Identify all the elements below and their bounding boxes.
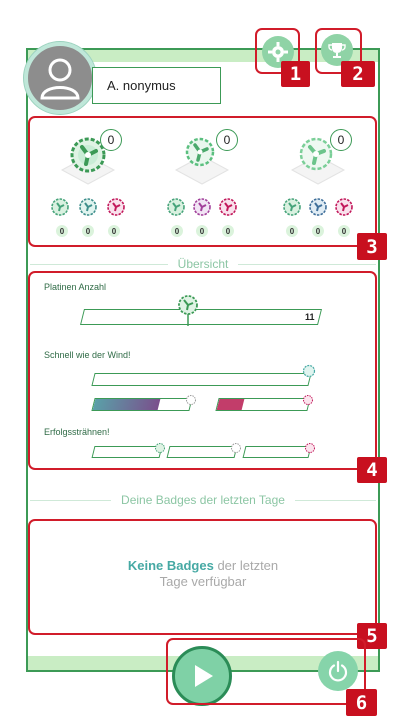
wind-label: Schnell wie der Wind!	[44, 350, 131, 360]
platinen-label: Platinen Anzahl	[44, 282, 107, 292]
gear-count-bubble: 0	[216, 129, 238, 151]
badges-empty-rest-2: Tage verfügbar	[159, 574, 247, 589]
pink-gear-icon	[305, 443, 315, 453]
wind-bar-main	[91, 373, 312, 386]
gear-column-2: 0 0 0 0	[154, 124, 250, 237]
gear-small-count: 0	[286, 225, 298, 237]
badges-empty-message: Keine Badges der letzten Tage verfügbar	[30, 558, 376, 590]
grey-gear-icon	[186, 395, 196, 405]
green-gear-icon	[155, 443, 165, 453]
gear-count-bubble: 0	[330, 129, 352, 151]
highlight-footer-controls	[166, 638, 366, 705]
badges-title: Deine Badges der letzten Tage	[121, 493, 285, 507]
divider-line	[30, 263, 168, 265]
pink-gear-icon	[303, 395, 313, 405]
gear-count-bubble: 0	[100, 129, 122, 151]
highlight-overview-section	[28, 271, 377, 470]
platinen-value: 11	[305, 312, 315, 322]
marker-3: 3	[357, 233, 387, 260]
streak-label: Erfolgssträhnen!	[44, 427, 110, 437]
overview-section-title: Übersicht	[30, 257, 376, 271]
streak-bar-2	[166, 446, 238, 458]
wind-bar-pink-fill	[216, 399, 245, 410]
overview-title: Übersicht	[177, 257, 229, 271]
streak-bar-1	[91, 446, 163, 458]
wind-bar-pink	[215, 398, 311, 411]
gear-small-count: 0	[312, 225, 324, 237]
gear-column-3: 0 0 0 0	[270, 124, 366, 237]
streak-bar-3	[242, 446, 312, 458]
avatar[interactable]	[24, 42, 96, 114]
gear-small-count: 0	[196, 225, 208, 237]
gear-small-count: 0	[56, 225, 68, 237]
marker-1: 1	[281, 61, 310, 87]
gear-small-count: 0	[338, 225, 350, 237]
marker-2: 2	[341, 61, 375, 87]
marker-6: 6	[346, 689, 377, 716]
divider-line	[294, 499, 376, 501]
gear-small-count: 0	[222, 225, 234, 237]
wind-bar-teal	[91, 398, 193, 411]
app-screen: A. nonymus 1 2 3 0 0 0 0 0 0 0 0 0 0 0 0…	[0, 0, 405, 720]
divider-line	[30, 499, 112, 501]
gear-small-count: 0	[171, 225, 183, 237]
teal-gear-icon	[302, 364, 316, 378]
user-name-field[interactable]: A. nonymus	[92, 67, 221, 104]
badges-empty-rest: der letzten	[213, 558, 279, 573]
grey-gear-icon	[231, 443, 241, 453]
user-silhouette-icon	[40, 58, 80, 100]
platinen-bar	[80, 309, 322, 325]
divider-line	[238, 263, 376, 265]
gear-small-count: 0	[82, 225, 94, 237]
badges-empty-strong: Keine Badges	[127, 558, 214, 573]
marker-4: 4	[357, 457, 387, 483]
badges-section-title: Deine Badges der letzten Tage	[30, 493, 376, 507]
gear-small-count: 0	[108, 225, 120, 237]
wind-bar-teal-fill	[92, 399, 161, 410]
platinen-marker-icon	[178, 295, 198, 326]
gear-column-1: 0 0 0 0	[40, 124, 136, 237]
